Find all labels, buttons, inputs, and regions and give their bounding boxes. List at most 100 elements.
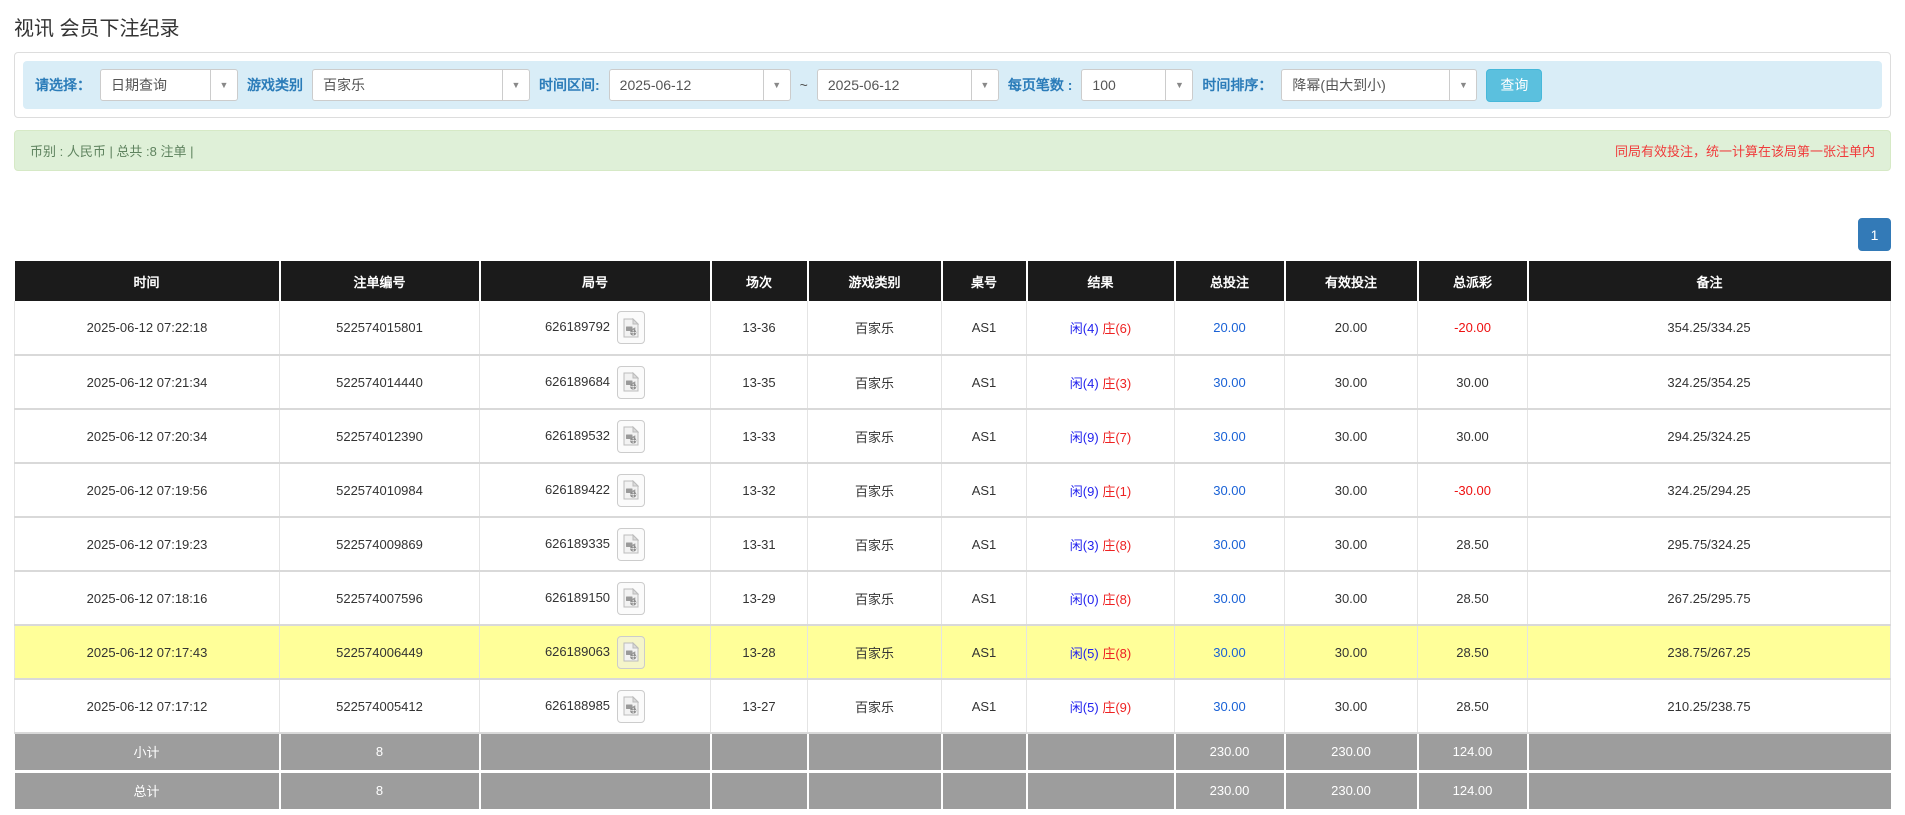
total-bet-link[interactable]: 30.00 <box>1213 375 1246 390</box>
page-size-label: 每页笔数 : <box>1007 77 1073 93</box>
page-size-select[interactable]: 100 ▼ <box>1081 69 1194 101</box>
cell-valid-bet: 30.00 <box>1284 679 1418 734</box>
subtotal-label: 小计 <box>14 733 281 773</box>
date-to-value: 2025-06-12 <box>827 77 900 93</box>
video-replay-button[interactable] <box>617 473 646 507</box>
cell-payout: -30.00 <box>1417 463 1528 518</box>
video-replay-button[interactable] <box>617 635 646 669</box>
total-bet-link[interactable]: 30.00 <box>1213 429 1246 444</box>
cell-result: 闲(4) 庄(3) <box>1026 355 1175 410</box>
video-replay-button[interactable] <box>617 365 646 399</box>
subtotal-empty-session <box>710 733 809 773</box>
round-number: 626189792 <box>544 318 611 334</box>
cell-bet-id: 522574015801 <box>279 301 480 356</box>
pagination: 1 <box>14 218 1891 251</box>
col-header-result: 结果 <box>1026 261 1176 301</box>
cell-valid-bet: 30.00 <box>1284 571 1418 626</box>
video-replay-button[interactable] <box>617 419 646 453</box>
cell-game-type: 百家乐 <box>807 355 942 410</box>
total-empty-session <box>710 771 809 809</box>
col-header-session: 场次 <box>710 261 809 301</box>
result-banker: 庄(7) <box>1102 429 1132 445</box>
cell-valid-bet: 30.00 <box>1284 625 1418 680</box>
table-row: 2025-06-12 07:18:16 522574007596 6261891… <box>14 571 1891 626</box>
cell-round: 626189684 <box>479 355 711 410</box>
query-type-select[interactable]: 日期查询 ▼ <box>100 69 238 101</box>
total-empty-remark <box>1527 771 1891 809</box>
round-number: 626188985 <box>544 697 611 713</box>
cell-session: 13-35 <box>710 355 808 410</box>
subtotal-empty-table <box>941 733 1028 773</box>
table-row: 2025-06-12 07:21:34 522574014440 6261896… <box>14 355 1891 410</box>
game-type-value: 百家乐 <box>323 77 365 93</box>
subtotal-count: 8 <box>279 733 481 773</box>
cell-valid-bet: 30.00 <box>1284 355 1418 410</box>
cell-payout: -20.00 <box>1417 301 1528 356</box>
total-bet-link[interactable]: 30.00 <box>1213 483 1246 498</box>
video-replay-button[interactable] <box>617 689 646 723</box>
page-title: 视讯 会员下注纪录 <box>14 18 180 40</box>
video-file-icon <box>623 317 640 337</box>
result-player: 闲(0) <box>1069 591 1099 607</box>
round-number: 626189684 <box>544 373 611 389</box>
video-replay-button[interactable] <box>617 527 646 561</box>
cell-result: 闲(5) 庄(9) <box>1026 679 1175 734</box>
cell-remark: 295.75/324.25 <box>1527 517 1891 572</box>
cell-remark: 354.25/334.25 <box>1527 301 1891 356</box>
chevron-down-icon: ▼ <box>1165 70 1192 100</box>
page-1-button[interactable]: 1 <box>1858 218 1891 251</box>
chevron-down-icon: ▼ <box>210 70 237 100</box>
cell-payout: 28.50 <box>1417 679 1528 734</box>
cell-table-no: AS1 <box>941 409 1027 464</box>
cell-result: 闲(9) 庄(7) <box>1026 409 1175 464</box>
cell-table-no: AS1 <box>941 625 1027 680</box>
game-type-select[interactable]: 百家乐 ▼ <box>312 69 530 101</box>
total-bet-link[interactable]: 30.00 <box>1213 591 1246 606</box>
total-bet-link[interactable]: 30.00 <box>1213 699 1246 714</box>
cell-remark: 267.25/295.75 <box>1527 571 1891 626</box>
table-header-row: 时间 注单编号 局号 场次 游戏类别 桌号 结果 总投注 有效投注 总派彩 备注 <box>14 261 1891 301</box>
game-type-label: 游戏类别 <box>247 77 303 93</box>
total-bet-link[interactable]: 30.00 <box>1213 537 1246 552</box>
video-file-icon <box>623 480 640 500</box>
cell-bet-id: 522574014440 <box>279 355 480 410</box>
cell-session: 13-28 <box>710 625 808 680</box>
round-number: 626189532 <box>544 427 611 443</box>
cell-result: 闲(4) 庄(6) <box>1026 301 1175 356</box>
time-sort-label: 时间排序： <box>1202 77 1273 93</box>
cell-valid-bet: 30.00 <box>1284 517 1418 572</box>
total-bet-link[interactable]: 30.00 <box>1213 645 1246 660</box>
date-range-label: 时间区间: <box>539 77 600 93</box>
cell-result: 闲(0) 庄(8) <box>1026 571 1175 626</box>
col-header-game-type: 游戏类别 <box>807 261 943 301</box>
search-button[interactable]: 查询 <box>1486 68 1543 102</box>
cell-total-bet: 30.00 <box>1174 463 1285 518</box>
col-header-bet-id: 注单编号 <box>279 261 481 301</box>
total-empty-game <box>807 771 943 809</box>
cell-game-type: 百家乐 <box>807 625 942 680</box>
table-row: 2025-06-12 07:17:43 522574006449 6261890… <box>14 625 1891 680</box>
cell-table-no: AS1 <box>941 355 1027 410</box>
total-valid-bet: 230.00 <box>1284 771 1419 809</box>
video-replay-button[interactable] <box>617 311 646 344</box>
total-empty-round <box>479 771 712 809</box>
cell-table-no: AS1 <box>941 517 1027 572</box>
total-bet-link[interactable]: 20.00 <box>1213 320 1246 335</box>
grand-total-row: 总计 8 230.00 230.00 124.00 <box>14 771 1891 809</box>
date-from-select[interactable]: 2025-06-12 ▼ <box>608 69 791 101</box>
summary-currency-count: 币别 : 人民币 | 总共 :8 注单 | <box>30 144 194 159</box>
subtotal-empty-game <box>807 733 943 773</box>
time-sort-select[interactable]: 降幂(由大到小) ▼ <box>1281 69 1478 101</box>
col-header-total-bet: 总投注 <box>1174 261 1286 301</box>
cell-bet-id: 522574005412 <box>279 679 480 734</box>
cell-game-type: 百家乐 <box>807 463 942 518</box>
col-header-table-no: 桌号 <box>941 261 1028 301</box>
total-empty-table <box>941 771 1028 809</box>
cell-session: 13-31 <box>710 517 808 572</box>
total-empty-result <box>1026 771 1176 809</box>
date-to-select[interactable]: 2025-06-12 ▼ <box>816 69 999 101</box>
video-replay-button[interactable] <box>617 581 646 615</box>
cell-game-type: 百家乐 <box>807 301 942 356</box>
cell-round: 626189532 <box>479 409 711 464</box>
subtotal-empty-remark <box>1527 733 1891 773</box>
